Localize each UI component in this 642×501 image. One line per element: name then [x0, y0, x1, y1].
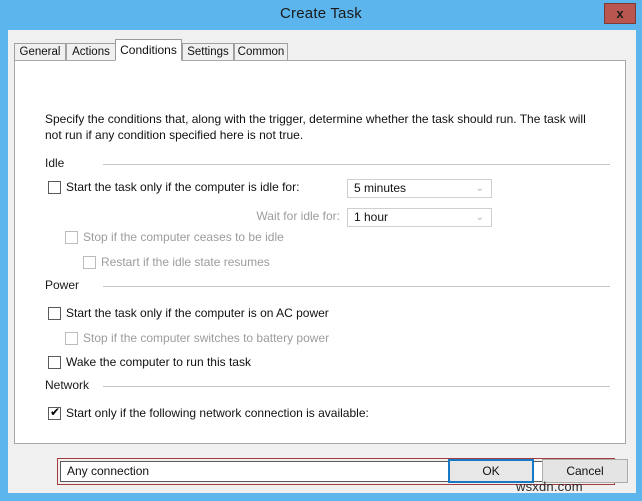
- group-label-idle: Idle: [45, 156, 65, 170]
- combo-idle-duration[interactable]: 5 minutes ⌄: [347, 179, 492, 198]
- close-button[interactable]: x: [604, 3, 636, 24]
- tab-general[interactable]: General: [14, 43, 66, 60]
- checkbox-start-if-network[interactable]: ✔: [48, 405, 61, 420]
- label-restart-if-resumes: Restart if the idle state resumes: [101, 255, 270, 269]
- checkbox-wake-computer[interactable]: [48, 356, 61, 369]
- group-label-network: Network: [45, 378, 90, 392]
- checkbox-start-if-ac[interactable]: [48, 307, 61, 320]
- group-divider-power: [103, 286, 610, 287]
- label-start-if-ac: Start the task only if the computer is o…: [66, 306, 329, 320]
- checkbox-stop-if-battery: [65, 332, 78, 345]
- dialog-client-area: General Actions Conditions Settings Comm…: [8, 30, 636, 493]
- label-start-if-network: Start only if the following network conn…: [66, 406, 369, 420]
- chevron-down-icon: ⌄: [475, 183, 484, 194]
- group-header-network: Network: [45, 378, 610, 392]
- window-title: Create Task: [280, 5, 362, 22]
- label-wait-for-idle: Wait for idle for:: [256, 209, 340, 223]
- chevron-down-icon: ⌄: [475, 212, 484, 223]
- label-start-if-idle: Start the task only if the computer is i…: [66, 180, 300, 194]
- page-description: Specify the conditions that, along with …: [45, 112, 586, 142]
- combo-wait-duration-value: 1 hour: [354, 210, 389, 224]
- watermark: wsxdn.com: [516, 479, 583, 494]
- group-divider-idle: [103, 164, 610, 165]
- close-icon: x: [616, 6, 624, 21]
- title-bar: Create Task x: [0, 0, 642, 30]
- group-header-idle: Idle: [45, 156, 610, 170]
- label-stop-if-battery: Stop if the computer switches to battery…: [83, 331, 330, 345]
- checkbox-restart-if-resumes: [83, 256, 96, 269]
- conditions-tab-page: Specify the conditions that, along with …: [14, 60, 626, 485]
- tab-settings[interactable]: Settings: [182, 43, 234, 60]
- group-label-power: Power: [45, 278, 80, 292]
- create-task-dialog: Create Task x General Actions Conditions…: [0, 0, 642, 501]
- tab-actions[interactable]: Actions: [66, 43, 116, 60]
- label-wake-computer: Wake the computer to run this task: [66, 355, 251, 369]
- checkmark-icon: ✔: [50, 405, 61, 419]
- tab-common[interactable]: Common: [234, 43, 288, 60]
- group-header-power: Power: [45, 278, 610, 292]
- checkbox-start-if-idle[interactable]: [48, 181, 61, 194]
- combo-wait-duration[interactable]: 1 hour ⌄: [347, 208, 492, 227]
- checkbox-stop-if-ceases: [65, 231, 78, 244]
- label-stop-if-ceases: Stop if the computer ceases to be idle: [83, 230, 284, 244]
- tab-conditions[interactable]: Conditions: [115, 39, 182, 61]
- group-divider-network: [103, 386, 610, 387]
- combo-idle-duration-value: 5 minutes: [354, 181, 407, 195]
